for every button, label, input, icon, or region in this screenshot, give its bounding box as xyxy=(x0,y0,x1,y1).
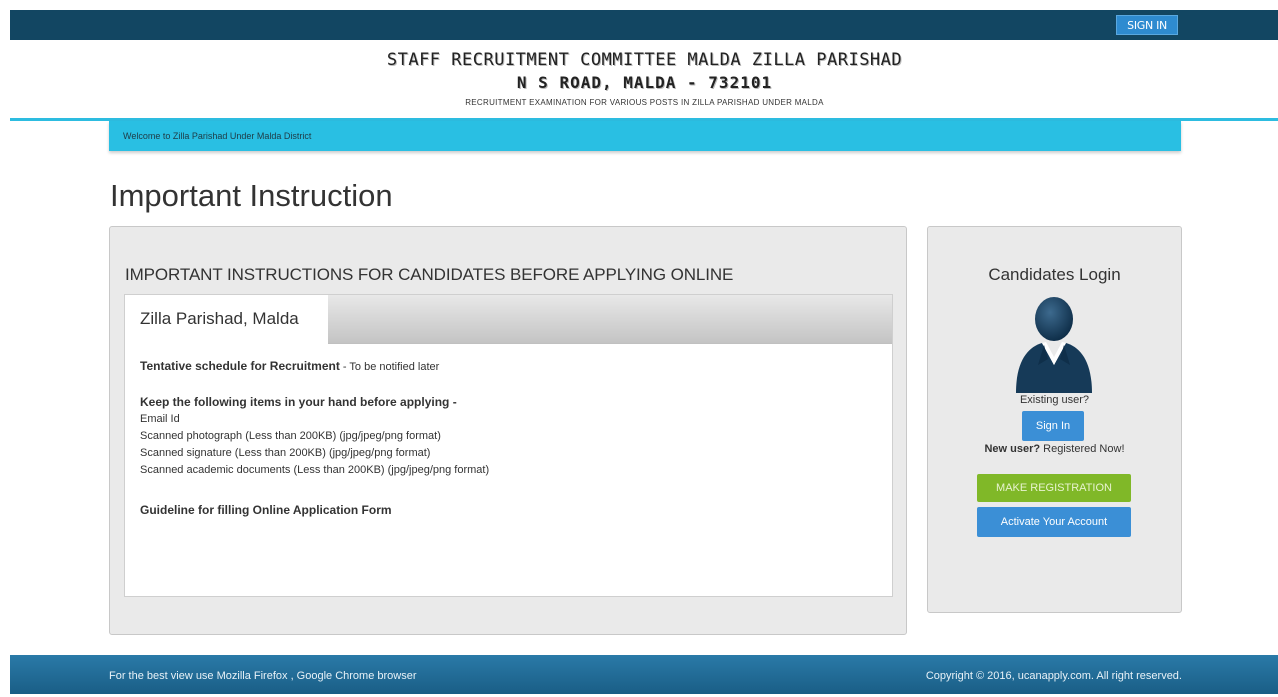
footer: For the best view use Mozilla Firefox , … xyxy=(10,655,1278,694)
user-avatar-icon xyxy=(1016,297,1092,393)
footer-copyright: Copyright © 2016, ucanapply.com. All rig… xyxy=(925,670,1182,682)
register-now-text: Registered Now! xyxy=(1040,443,1125,455)
existing-user-label: Existing user? xyxy=(1019,394,1090,406)
login-title: Candidates Login xyxy=(988,265,1121,284)
header-title: STAFF RECRUITMENT COMMITTEE MALDA ZILLA … xyxy=(386,50,903,70)
schedule-value: - To be notified later xyxy=(339,361,440,373)
welcome-banner: Welcome to Zilla Parishad Under Malda Di… xyxy=(109,121,1181,151)
header-address: N S ROAD, MALDA - 732101 xyxy=(516,73,773,92)
list-item: Scanned photograph (Less than 200KB) (jp… xyxy=(140,430,441,442)
keep-items-heading: Keep the following items in your hand be… xyxy=(140,395,457,409)
header-subtitle: RECRUITMENT EXAMINATION FOR VARIOUS POST… xyxy=(465,98,824,107)
site-header: STAFF RECRUITMENT COMMITTEE MALDA ZILLA … xyxy=(10,40,1278,118)
guideline-link[interactable]: Guideline for filling Online Application… xyxy=(140,503,392,517)
list-item: Scanned signature (Less than 200KB) (jpg… xyxy=(140,447,431,459)
new-user-label: New user? xyxy=(984,443,1041,455)
sign-in-button[interactable]: Sign In xyxy=(1022,411,1084,441)
footer-browser-note: For the best view use Mozilla Firefox , … xyxy=(109,670,417,682)
make-registration-button[interactable]: MAKE REGISTRATION xyxy=(977,474,1131,502)
top-navbar: SIGN IN xyxy=(10,10,1278,40)
list-item: Scanned academic documents (Less than 20… xyxy=(140,464,490,476)
instructions-panel: IMPORTANT INSTRUCTIONS FOR CANDIDATES BE… xyxy=(109,226,907,635)
tab-zilla-parishad-malda[interactable]: Zilla Parishad, Malda xyxy=(125,295,328,344)
activate-account-button[interactable]: Activate Your Account xyxy=(977,507,1131,537)
instructions-heading: IMPORTANT INSTRUCTIONS FOR CANDIDATES BE… xyxy=(125,265,734,284)
schedule-line: Tentative schedule for Recruitment - To … xyxy=(140,359,439,373)
new-user-line: New user? Registered Now! xyxy=(928,443,1181,455)
list-item: Email Id xyxy=(140,413,180,425)
page-title: Important Instruction xyxy=(110,178,393,213)
tab-strip: Zilla Parishad, Malda xyxy=(125,295,892,344)
instructions-box: Zilla Parishad, Malda Tentative schedule… xyxy=(124,294,893,597)
candidates-login-panel: Candidates Login Existing user? Sign In … xyxy=(927,226,1182,613)
schedule-label: Tentative schedule for Recruitment xyxy=(140,359,340,373)
top-sign-in-button[interactable]: SIGN IN xyxy=(1116,15,1178,35)
